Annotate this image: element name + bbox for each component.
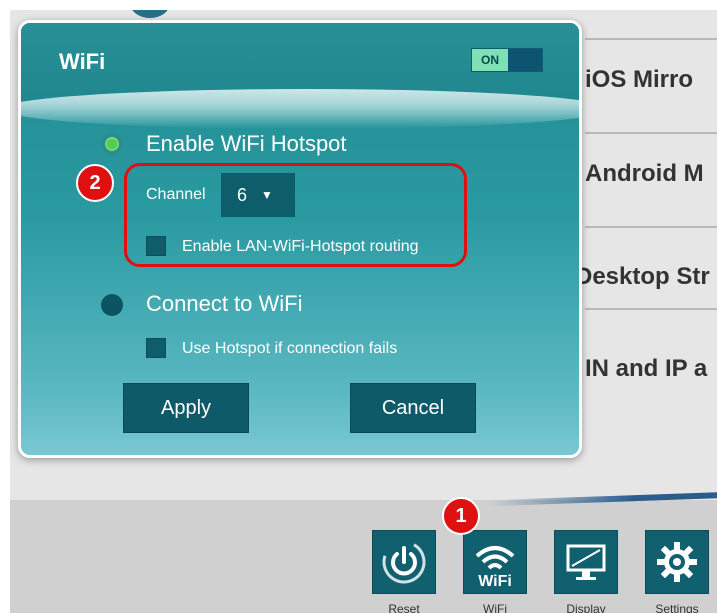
display-label: Display xyxy=(566,602,606,613)
settings-label: Settings xyxy=(655,602,699,613)
cancel-button[interactable]: Cancel xyxy=(350,383,476,433)
fallback-checkbox[interactable] xyxy=(146,338,166,358)
hotspot-label: Enable WiFi Hotspot xyxy=(146,131,347,156)
svg-text:WiFi: WiFi xyxy=(478,573,512,590)
gear-icon xyxy=(645,530,709,594)
display-button[interactable]: Display xyxy=(554,530,618,613)
connect-wifi-radio[interactable] xyxy=(101,294,123,316)
menu-divider xyxy=(585,308,717,310)
menu-item-android-mirroring[interactable]: Android M xyxy=(585,160,717,188)
dialog-title: WiFi xyxy=(59,49,106,74)
wifi-label: WiFi xyxy=(483,602,507,613)
menu-divider xyxy=(585,132,717,134)
menu-item-ios-mirroring[interactable]: iOS Mirro xyxy=(585,66,717,94)
menu-divider xyxy=(585,38,717,40)
fallback-label: Use Hotspot if connection fails xyxy=(182,340,398,357)
hotspot-radio[interactable] xyxy=(101,133,123,155)
display-icon xyxy=(554,530,618,594)
reset-button[interactable]: Reset xyxy=(372,530,436,613)
toggle-off-segment xyxy=(508,49,542,71)
header-wave-decoration xyxy=(21,89,579,129)
wifi-button[interactable]: WiFi WiFi xyxy=(463,530,527,613)
power-icon xyxy=(372,530,436,594)
connect-wifi-label: Connect to WiFi xyxy=(146,291,303,316)
highlight-box xyxy=(124,163,467,267)
reset-label: Reset xyxy=(388,602,420,613)
wifi-toggle[interactable]: ON xyxy=(471,48,543,72)
top-circle-icon xyxy=(130,10,170,18)
menu-item-pin-ip[interactable]: IN and IP a xyxy=(585,355,717,383)
wifi-icon: WiFi xyxy=(463,530,527,594)
annotation-badge-1: 1 xyxy=(442,497,480,535)
apply-button[interactable]: Apply xyxy=(123,383,249,433)
annotation-badge-2: 2 xyxy=(76,164,114,202)
menu-divider xyxy=(585,226,717,228)
toggle-on-label: ON xyxy=(472,49,508,71)
settings-button[interactable]: Settings xyxy=(645,530,709,613)
menu-item-desktop-streaming[interactable]: Desktop Str xyxy=(575,263,717,291)
